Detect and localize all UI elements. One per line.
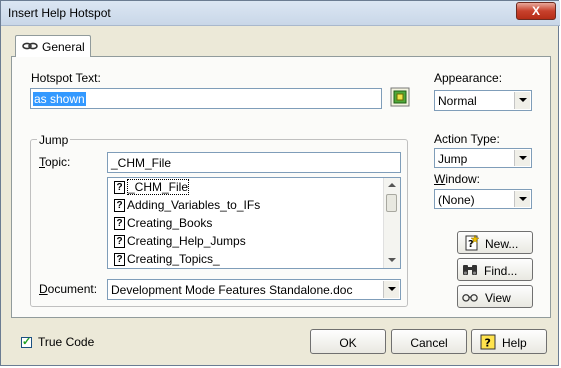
help-topic-icon: ?	[114, 253, 125, 267]
appearance-label: Appearance:	[434, 71, 503, 85]
list-item[interactable]: ? _CHM_File	[114, 179, 190, 196]
find-button[interactable]: Find...	[457, 258, 533, 281]
scroll-up-icon[interactable]	[385, 179, 399, 193]
hotspot-text-value: as shown	[33, 92, 86, 106]
document-dropdown[interactable]: Development Mode Features Standalone.doc	[107, 279, 401, 300]
chevron-down-icon[interactable]	[514, 92, 530, 109]
scroll-down-icon[interactable]	[385, 253, 399, 267]
window-value: (None)	[438, 193, 475, 207]
topic-label: Topic:	[39, 155, 71, 169]
chevron-down-icon[interactable]	[383, 281, 399, 298]
hotspot-text-input[interactable]: as shown	[30, 88, 382, 109]
new-button-label: New...	[485, 237, 519, 251]
find-binoculars-icon	[463, 265, 477, 275]
scrollbar-thumb[interactable]	[386, 194, 397, 212]
view-glasses-icon	[462, 294, 478, 302]
list-item[interactable]: ? Adding_Variables_to_IFs	[114, 198, 260, 214]
title-bar[interactable]: Insert Help Hotspot X	[1, 1, 560, 26]
ok-button-label: OK	[339, 336, 357, 350]
new-icon: ?	[465, 235, 480, 251]
topic-value: _CHM_File	[111, 156, 172, 170]
svg-text:?: ?	[485, 337, 491, 350]
list-item[interactable]: ? Creating_Help_Jumps	[114, 234, 246, 250]
document-label: Document:	[39, 282, 98, 296]
true-code-label: True Code	[38, 335, 95, 349]
help-button[interactable]: ? Help	[471, 329, 547, 354]
hotspot-text-label: Hotspot Text:	[31, 71, 101, 85]
list-item[interactable]: ? Creating_Topics_	[114, 252, 220, 268]
help-topic-icon: ?	[114, 181, 125, 195]
close-button[interactable]: X	[516, 2, 556, 20]
help-icon: ?	[480, 334, 496, 350]
window-dropdown[interactable]: (None)	[434, 189, 532, 209]
action-type-value: Jump	[438, 152, 468, 166]
list-item[interactable]: ? Creating_Books	[114, 216, 212, 232]
help-topic-icon: ?	[114, 235, 125, 249]
help-topic-icon: ?	[114, 199, 125, 213]
view-button-label: View	[485, 291, 511, 305]
view-button[interactable]: View	[457, 285, 533, 308]
appearance-dropdown[interactable]: Normal	[434, 90, 532, 111]
help-button-label: Help	[502, 336, 527, 350]
help-topic-icon: ?	[114, 217, 125, 231]
appearance-value: Normal	[438, 94, 477, 108]
chevron-down-icon[interactable]	[514, 150, 530, 166]
topic-list[interactable]: ? _CHM_File ? Adding_Variables_to_IFs ? Cre…	[107, 177, 401, 269]
find-button-label: Find...	[484, 264, 518, 278]
new-button[interactable]: ? New...	[457, 231, 533, 254]
hotspot-picker-icon[interactable]	[390, 87, 410, 107]
true-code-checkbox[interactable]	[21, 335, 32, 348]
action-type-label: Action Type:	[434, 132, 500, 146]
dialog-title: Insert Help Hotspot	[8, 6, 111, 20]
ok-button[interactable]: OK	[310, 329, 386, 354]
window-label: Window:	[434, 172, 481, 186]
link-icon	[22, 42, 38, 50]
cancel-button-label: Cancel	[410, 336, 448, 350]
chevron-down-icon[interactable]	[514, 191, 530, 207]
jump-group-label: Jump	[37, 133, 71, 147]
dialog-window: Insert Help Hotspot X General Hotspot Te…	[0, 0, 560, 366]
document-value: Development Mode Features Standalone.doc	[111, 283, 353, 297]
action-type-dropdown[interactable]: Jump	[434, 148, 532, 168]
cancel-button[interactable]: Cancel	[391, 329, 467, 354]
tab-general-label: General	[42, 40, 85, 54]
topic-list-scrollbar[interactable]	[383, 178, 400, 268]
tab-general[interactable]: General	[15, 35, 91, 57]
topic-input[interactable]: _CHM_File	[107, 152, 401, 173]
